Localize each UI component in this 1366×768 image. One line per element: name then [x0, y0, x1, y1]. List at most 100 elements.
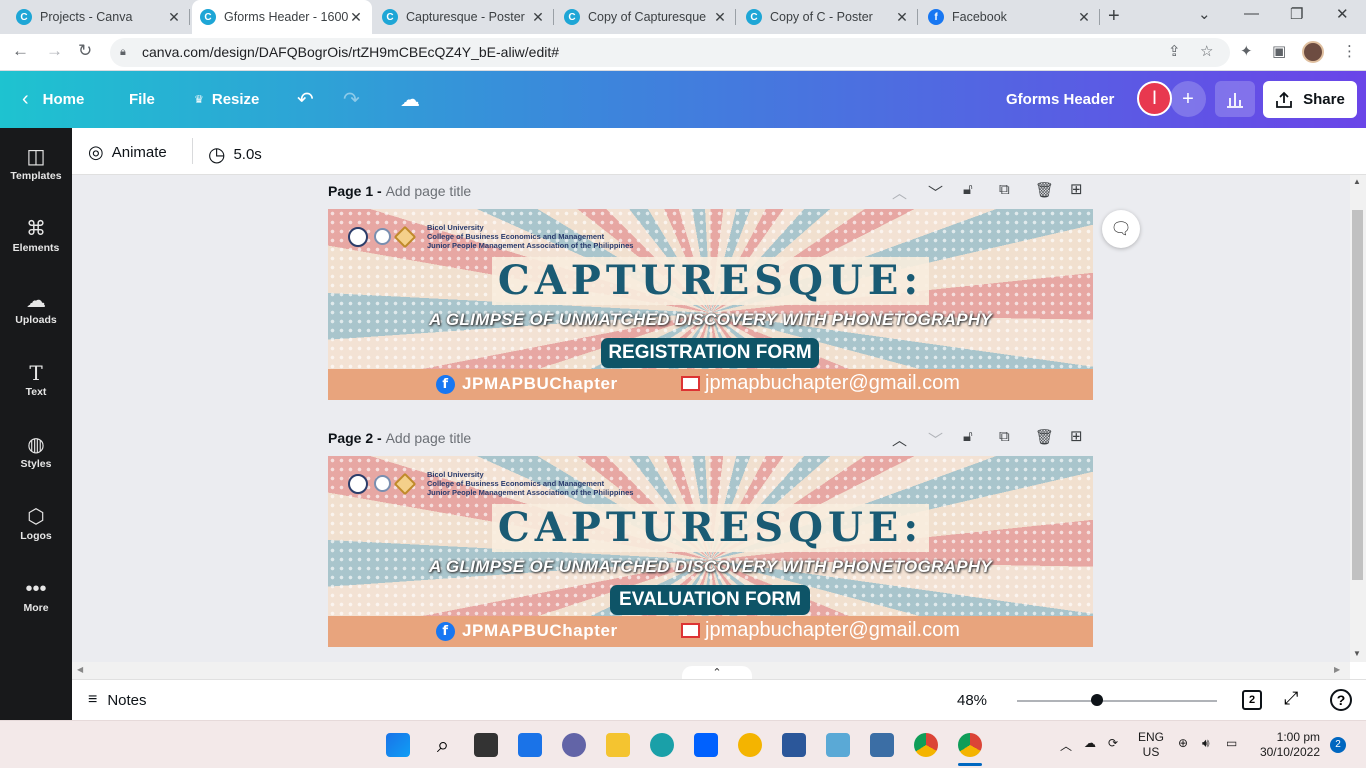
redo-icon[interactable]: ↷	[343, 87, 360, 112]
resize-button[interactable]: ♛ Resize	[194, 71, 259, 128]
sidebar-item-styles[interactable]: ◍ Styles	[0, 432, 72, 492]
page-count-button[interactable]: 2	[1242, 690, 1262, 710]
widgets-icon[interactable]	[518, 733, 542, 757]
design-page-1[interactable]: Bicol University College of Business Eco…	[328, 209, 1093, 400]
forward-icon[interactable]: →	[46, 41, 63, 61]
user-avatar[interactable]: I	[1137, 81, 1172, 116]
delete-page-icon[interactable]: 🗑︎	[1035, 428, 1054, 446]
add-page-icon[interactable]: ⊞	[1070, 427, 1083, 445]
clock[interactable]: 1:00 pm 30/10/2022	[1258, 730, 1320, 760]
scroll-right-arrow-icon[interactable]: ▶	[1334, 665, 1340, 674]
close-tab-icon[interactable]: ✕	[530, 9, 546, 26]
browser-tab[interactable]: C Copy of Capturesque ✕	[556, 0, 736, 34]
back-icon[interactable]: ←	[12, 41, 29, 61]
sync-icon[interactable]: ⟳	[1108, 736, 1118, 750]
close-tab-icon[interactable]: ✕	[712, 9, 728, 26]
language-indicator[interactable]: ENG US	[1138, 730, 1164, 760]
sidebar-item-logos[interactable]: ⬡ Logos	[0, 504, 72, 564]
extensions-icon[interactable]: ✦	[1240, 42, 1253, 60]
animate-button[interactable]: ◎ Animate	[88, 142, 167, 163]
url-input[interactable]: 🔒︎ canva.com/design/DAFQBogrOis/rtZH9mCB…	[110, 38, 1230, 67]
design-page-2[interactable]: Bicol University College of Business Eco…	[328, 456, 1093, 647]
add-page-icon[interactable]: ⊞	[1070, 180, 1083, 198]
add-page-title[interactable]: Add page title	[386, 183, 472, 199]
cloud-saved-icon[interactable]: ☁	[400, 87, 420, 112]
minimize-icon[interactable]: —	[1244, 5, 1259, 22]
fullscreen-icon[interactable]: ⤢	[1284, 688, 1298, 709]
move-page-down-icon[interactable]: ﹀	[928, 182, 943, 203]
windows-start-icon[interactable]	[386, 733, 410, 757]
sidebar-item-text[interactable]: T Text	[0, 360, 72, 420]
onedrive-icon[interactable]: ☁	[1084, 736, 1096, 750]
volume-icon[interactable]: 🔊︎	[1202, 736, 1210, 751]
help-icon[interactable]: ?	[1330, 689, 1352, 711]
tab-search-icon[interactable]: ⌄	[1198, 5, 1211, 23]
bookmark-star-icon[interactable]: ☆	[1200, 42, 1213, 60]
scroll-left-arrow-icon[interactable]: ◀	[77, 665, 83, 674]
browser-tab[interactable]: C Projects - Canva ✕	[8, 0, 190, 34]
browser-tab[interactable]: C Copy of C - Poster ✕	[738, 0, 918, 34]
zoom-level[interactable]: 48%	[957, 692, 987, 709]
delete-page-icon[interactable]: 🗑︎	[1035, 181, 1054, 199]
browser-tab[interactable]: C Capturesque - Poster ✕	[374, 0, 554, 34]
home-button[interactable]: ‹ Home	[22, 71, 84, 128]
app-icon[interactable]	[738, 733, 762, 757]
control-panel-icon[interactable]	[826, 733, 850, 757]
browser-tab[interactable]: f Facebook ✕	[920, 0, 1100, 34]
share-page-icon[interactable]: ⇪	[1168, 42, 1181, 60]
close-tab-icon[interactable]: ✕	[1076, 9, 1092, 26]
network-icon[interactable]: ⊕	[1178, 736, 1188, 750]
add-comment-button[interactable]: 🗨︎	[1102, 210, 1140, 248]
reload-icon[interactable]: ↻	[78, 41, 92, 61]
sidebar-item-elements[interactable]: ⌘ Elements	[0, 216, 72, 276]
restore-icon[interactable]: ❐	[1290, 5, 1303, 23]
share-button[interactable]: Share	[1263, 81, 1357, 118]
duplicate-page-icon[interactable]: ⧉	[999, 428, 1010, 445]
close-tab-icon[interactable]: ✕	[348, 9, 364, 26]
lock-page-icon[interactable]: 🔓︎	[963, 428, 973, 445]
browser-tab-active[interactable]: C Gforms Header - 1600 ✕	[192, 0, 372, 34]
sidebar-item-templates[interactable]: ◫ Templates	[0, 144, 72, 204]
zoom-slider[interactable]	[1017, 700, 1217, 702]
new-tab-icon[interactable]: +	[1108, 5, 1120, 28]
horizontal-scrollbar[interactable]: ◀ ▶ ⌃	[72, 662, 1350, 682]
scroll-up-arrow-icon[interactable]: ▲	[1353, 177, 1361, 186]
close-tab-icon[interactable]: ✕	[894, 9, 910, 26]
profile-avatar[interactable]	[1302, 41, 1324, 63]
photos-icon[interactable]	[870, 733, 894, 757]
invite-plus-button[interactable]: +	[1170, 81, 1206, 117]
insights-button[interactable]	[1215, 81, 1255, 117]
chrome-menu-icon[interactable]: ⋮	[1342, 42, 1357, 60]
scroll-down-arrow-icon[interactable]: ▼	[1353, 649, 1361, 658]
scrollbar-thumb[interactable]	[1352, 210, 1363, 580]
side-panel-icon[interactable]: ▣	[1272, 42, 1286, 60]
sidebar-item-uploads[interactable]: ☁ Uploads	[0, 288, 72, 348]
close-window-icon[interactable]: ✕	[1336, 5, 1349, 23]
lock-page-icon[interactable]: 🔓︎	[963, 181, 973, 198]
vertical-scrollbar[interactable]: ▲ ▼	[1350, 175, 1366, 662]
notes-button[interactable]: ≡ Notes	[88, 691, 147, 709]
battery-icon[interactable]: ▭	[1226, 736, 1237, 750]
notification-badge[interactable]: 2	[1330, 737, 1346, 753]
undo-icon[interactable]: ↶	[297, 87, 314, 112]
dropbox-icon[interactable]	[694, 733, 718, 757]
duplicate-page-icon[interactable]: ⧉	[999, 181, 1010, 198]
duration-button[interactable]: ◷ 5.0s	[208, 142, 262, 167]
sidebar-item-more[interactable]: ••• More	[0, 576, 72, 636]
teams-chat-icon[interactable]	[562, 733, 586, 757]
chrome-icon[interactable]	[914, 733, 938, 757]
task-view-icon[interactable]	[474, 733, 498, 757]
search-icon[interactable]: ⌕	[431, 733, 455, 757]
chevron-up-icon[interactable]: ︿	[1060, 737, 1072, 754]
edge-icon[interactable]	[650, 733, 674, 757]
design-title[interactable]: Gforms Header	[1006, 91, 1114, 108]
move-page-up-icon[interactable]: ︿	[892, 182, 907, 203]
zoom-slider-thumb[interactable]	[1091, 694, 1103, 706]
file-explorer-icon[interactable]	[606, 733, 630, 757]
file-button[interactable]: File	[129, 71, 155, 128]
chrome-profile-icon[interactable]	[958, 733, 982, 757]
move-page-up-icon[interactable]: ︿	[892, 429, 907, 450]
add-page-title[interactable]: Add page title	[386, 430, 472, 446]
close-tab-icon[interactable]: ✕	[166, 9, 182, 26]
move-page-down-icon[interactable]: ﹀	[928, 429, 943, 450]
